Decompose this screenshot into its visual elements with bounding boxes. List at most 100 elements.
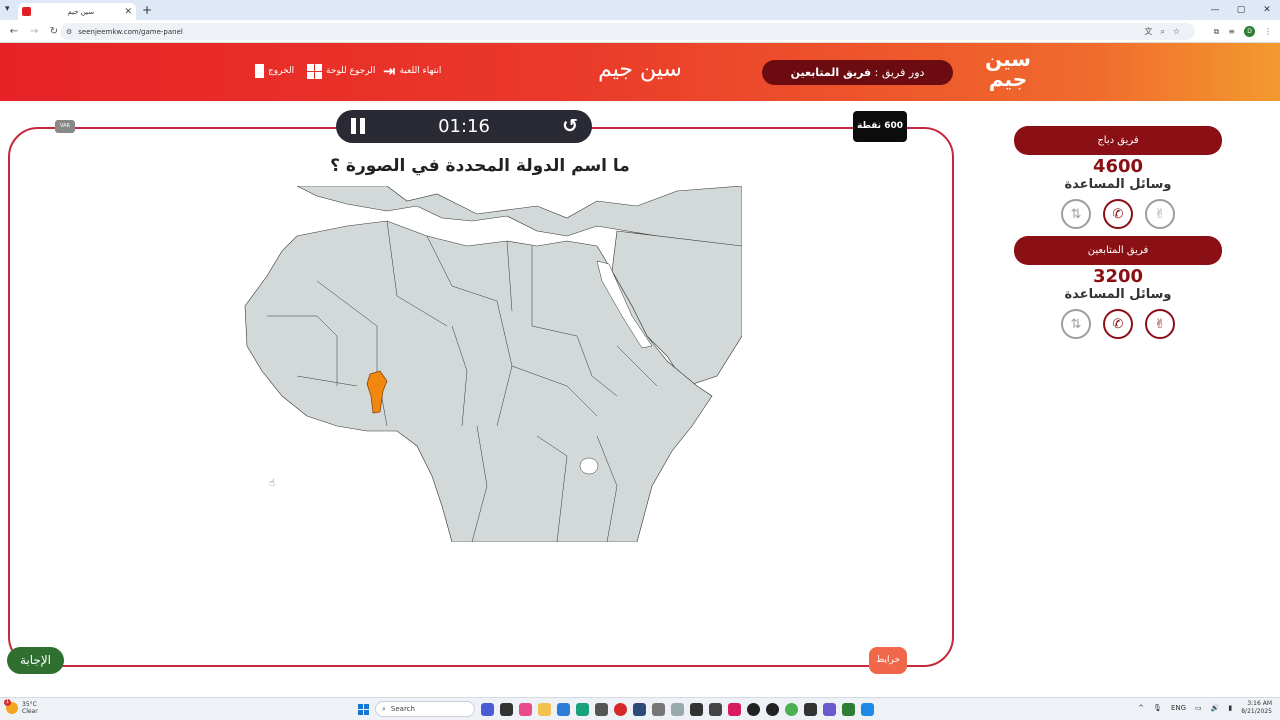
app-icon[interactable] bbox=[671, 702, 684, 716]
weather-sun-icon: 1 bbox=[4, 699, 18, 714]
language-indicator[interactable]: ENG bbox=[1171, 704, 1186, 712]
swap-aid-icon[interactable]: ⇅ bbox=[1061, 199, 1091, 229]
reset-timer-icon[interactable]: ↺ bbox=[562, 115, 578, 137]
battery-icon[interactable]: ▮ bbox=[1228, 704, 1232, 712]
reload-icon[interactable]: ↻ bbox=[48, 26, 60, 37]
chrome-icon[interactable] bbox=[785, 702, 798, 716]
app-icon[interactable] bbox=[652, 702, 665, 716]
swap-aid-icon[interactable]: ⇅ bbox=[1061, 309, 1091, 339]
app-icon[interactable] bbox=[861, 702, 874, 716]
app-icon[interactable] bbox=[709, 702, 722, 716]
back-arrow-icon[interactable]: ← bbox=[8, 26, 20, 37]
points-badge: 600 نقطة bbox=[853, 111, 907, 142]
taskbar-search[interactable]: ⌕ Search bbox=[375, 701, 475, 717]
var-badge[interactable]: VAR bbox=[55, 120, 75, 133]
call-aid-icon[interactable]: ✆ bbox=[1103, 309, 1133, 339]
microphone-icon[interactable]: 🎙 bbox=[1153, 704, 1162, 712]
windows-taskbar: 1 35°C Clear ⌕ Search ^ 🎙 ENG ▭ 🔊 ▮ 3:16… bbox=[0, 697, 1280, 720]
taskbar-clock[interactable]: 3:16 AM 8/21/2025 bbox=[1241, 700, 1272, 716]
game-header: سين جيم دور فريق : فريق المتابعين سين جي… bbox=[0, 43, 1280, 101]
weather-badge: 1 bbox=[4, 699, 11, 706]
tab-menu-button[interactable]: ▾ bbox=[5, 4, 10, 14]
copilot-icon[interactable] bbox=[481, 702, 494, 716]
new-tab-button[interactable]: + bbox=[142, 3, 152, 17]
network-icon[interactable]: ▭ bbox=[1195, 704, 1202, 712]
close-window-button[interactable]: ✕ bbox=[1254, 0, 1280, 20]
volume-icon[interactable]: 🔊 bbox=[1211, 704, 1220, 712]
browser-tab[interactable]: سين جيم ✕ bbox=[18, 3, 136, 20]
app-icon[interactable] bbox=[842, 702, 855, 716]
app-icon[interactable] bbox=[766, 702, 779, 716]
app-icon[interactable] bbox=[823, 702, 836, 716]
task-view-icon[interactable] bbox=[500, 702, 513, 716]
menu-kebab-icon[interactable]: ⋮ bbox=[1264, 23, 1272, 40]
timer-bar: 01:16 ↺ bbox=[336, 110, 592, 143]
app-icon[interactable] bbox=[804, 702, 817, 716]
timer-value: 01:16 bbox=[438, 116, 490, 137]
question-text: ما اسم الدولة المحددة في الصورة ؟ bbox=[330, 156, 630, 176]
url-text: seenjeemkw.com/game-panel bbox=[78, 27, 183, 36]
tiktok-icon[interactable] bbox=[728, 702, 741, 716]
extensions-icon[interactable]: ⧉ bbox=[1214, 23, 1220, 40]
maps-button[interactable]: خرايط bbox=[869, 647, 907, 674]
app-icon[interactable] bbox=[557, 702, 570, 716]
exit-button[interactable]: الخروج bbox=[255, 62, 294, 80]
exit-label: الخروج bbox=[268, 66, 295, 76]
site-info-icon[interactable]: ⚙ bbox=[66, 28, 72, 36]
end-game-button[interactable]: ⇥ انتهاء اللعبة bbox=[383, 62, 441, 80]
toolbar-actions: ⧉ ≡ D ⋮ bbox=[1214, 23, 1272, 40]
tray-chevron-icon[interactable]: ^ bbox=[1138, 704, 1144, 712]
logo: سين جيم bbox=[985, 47, 1031, 91]
turn-prefix: دور فريق : bbox=[871, 66, 925, 79]
answer-button[interactable]: الإجابة bbox=[7, 647, 64, 674]
tab-close-icon[interactable]: ✕ bbox=[124, 7, 132, 17]
taskbar-apps: ⌕ Search bbox=[358, 701, 874, 717]
back-to-board-label: الرجوع للوحة bbox=[326, 66, 376, 76]
team-aids-label: وسائل المساعدة bbox=[1064, 287, 1172, 302]
minimize-button[interactable]: — bbox=[1202, 0, 1228, 20]
app-icon[interactable] bbox=[747, 702, 760, 716]
clock-date: 8/21/2025 bbox=[1241, 708, 1272, 715]
weather-widget[interactable]: 1 35°C Clear bbox=[4, 699, 38, 715]
forward-arrow-icon[interactable]: → bbox=[28, 26, 40, 37]
browser-tab-strip: ▾ سين جيم ✕ + — ▢ ✕ bbox=[0, 0, 1280, 20]
translate-icon[interactable]: 文 bbox=[1144, 23, 1152, 40]
weather-condition: Clear bbox=[22, 708, 38, 715]
team-name: فريق المتابعين bbox=[1014, 236, 1222, 265]
map-lake-victoria bbox=[579, 457, 599, 475]
app-icon[interactable] bbox=[633, 702, 646, 716]
zoom-icon[interactable]: ⌕ bbox=[1160, 23, 1164, 40]
edge-icon[interactable] bbox=[576, 702, 589, 716]
app-icon[interactable] bbox=[595, 702, 608, 716]
end-game-label: انتهاء اللعبة bbox=[399, 66, 442, 76]
exit-door-icon bbox=[255, 64, 264, 78]
team-card-2: فريق المتابعين 3200 وسائل المساعدة ⇅ ✆ ✌ bbox=[1014, 236, 1222, 339]
app-icon[interactable] bbox=[690, 702, 703, 716]
opera-icon[interactable] bbox=[614, 702, 627, 716]
clock-time: 3:16 AM bbox=[1247, 700, 1272, 707]
omnibox-actions: 文 ⌕ ☆ bbox=[1144, 23, 1180, 40]
start-windows-icon[interactable] bbox=[358, 703, 369, 715]
file-explorer-icon[interactable] bbox=[538, 702, 551, 716]
two-answers-aid-icon[interactable]: ✌ bbox=[1145, 309, 1175, 339]
bookmark-star-icon[interactable]: ☆ bbox=[1173, 23, 1180, 40]
address-bar-row: ← → ↻ ⚙ seenjeemkw.com/game-panel 文 ⌕ ☆ … bbox=[0, 20, 1280, 43]
profile-avatar[interactable]: D bbox=[1244, 26, 1255, 37]
team-score: 3200 bbox=[1092, 266, 1144, 287]
africa-map bbox=[237, 186, 742, 542]
app-icon[interactable] bbox=[519, 702, 532, 716]
turn-team: فريق المتابعين bbox=[790, 66, 872, 79]
maximize-button[interactable]: ▢ bbox=[1228, 0, 1254, 20]
end-arrow-icon: ⇥ bbox=[383, 62, 396, 80]
search-icon: ⌕ bbox=[382, 704, 386, 713]
current-turn-badge: دور فريق : فريق المتابعين bbox=[762, 60, 953, 85]
media-icon[interactable]: ≡ bbox=[1228, 23, 1235, 40]
url-field[interactable]: ⚙ seenjeemkw.com/game-panel bbox=[60, 23, 1195, 40]
team-aids: ⇅ ✆ ✌ bbox=[1014, 199, 1222, 229]
back-to-board-button[interactable]: الرجوع للوحة bbox=[307, 62, 375, 80]
team-card-1: فريق دباج 4600 وسائل المساعدة ⇅ ✆ ✌ bbox=[1014, 126, 1222, 229]
two-answers-aid-icon[interactable]: ✌ bbox=[1145, 199, 1175, 229]
team-name: فريق دباج bbox=[1014, 126, 1222, 155]
call-aid-icon[interactable]: ✆ bbox=[1103, 199, 1133, 229]
system-tray: ^ 🎙 ENG ▭ 🔊 ▮ 3:16 AM 8/21/2025 bbox=[1138, 700, 1272, 716]
